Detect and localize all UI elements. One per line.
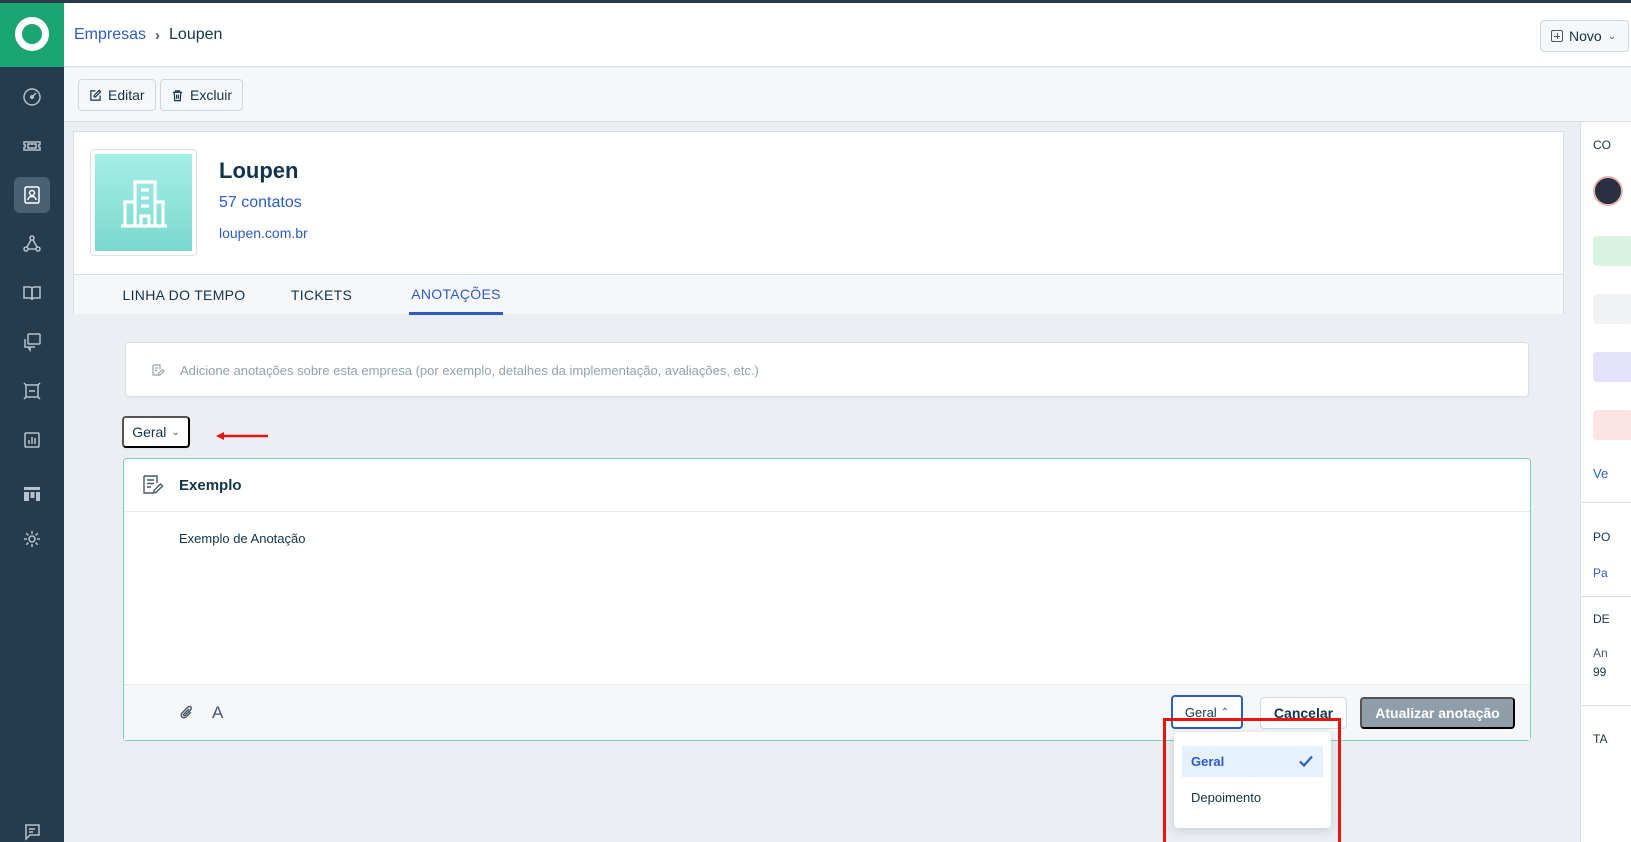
delete-button[interactable]: Excluir (160, 79, 244, 111)
text-format-icon[interactable]: A (212, 703, 223, 723)
panel-detail-label: An (1593, 646, 1608, 660)
breadcrumb-separator-icon: › (155, 26, 161, 44)
book-icon (23, 286, 41, 301)
sidebar-item-forums[interactable] (14, 324, 50, 360)
app-logo[interactable] (0, 0, 64, 67)
box-icon (23, 382, 41, 400)
panel-divider (1581, 705, 1631, 706)
sidebar-item-admin[interactable] (14, 521, 50, 557)
panel-heading-contacts: CO (1593, 138, 1611, 152)
breadcrumb-current: Loupen (169, 26, 223, 43)
sidebar-item-knowledge-base[interactable] (14, 275, 50, 311)
note-body-editor[interactable]: Exemplo de Anotação (179, 531, 305, 546)
note-title[interactable]: Exemplo (179, 477, 242, 494)
panel-heading-tags: TA (1593, 732, 1608, 746)
sidebar-item-apps[interactable] (14, 476, 50, 512)
company-website-link[interactable]: loupen.com.br (219, 225, 308, 241)
note-card: Exemplo Exemplo de Anotação A Geral ⌃ Ca… (123, 458, 1531, 741)
logo-ring-icon (15, 16, 49, 51)
building-icon (120, 179, 167, 228)
action-toolbar: Editar Excluir (64, 68, 1631, 122)
breadcrumb: Empresas › Loupen (74, 26, 222, 44)
panel-view-all-link[interactable]: Ve (1593, 466, 1608, 481)
trash-icon (172, 89, 183, 101)
company-contacts-link[interactable]: 57 contatos (219, 194, 302, 212)
company-name: Loupen (219, 158, 299, 183)
sidebar-item-tickets[interactable] (14, 128, 50, 164)
note-icon (143, 475, 164, 494)
panel-divider (1581, 596, 1631, 597)
red-arrow-annotation-icon (216, 432, 268, 440)
sidebar-item-social[interactable] (14, 226, 50, 262)
panel-heading-portal: PO (1593, 530, 1611, 544)
note-header: Exemplo (124, 459, 1530, 512)
ticket-icon (23, 141, 41, 151)
panel-heading-details: DE (1593, 612, 1610, 626)
company-avatar (90, 149, 197, 256)
update-note-button[interactable]: Atualizar anotação (1360, 697, 1515, 729)
red-highlight-annotation (1163, 718, 1341, 842)
edit-icon (90, 89, 102, 101)
panel-portal-link[interactable]: Pa (1593, 566, 1608, 580)
plus-square-icon (1551, 30, 1563, 42)
network-icon (23, 235, 41, 252)
message-icon (25, 824, 40, 841)
panel-detail-value: 99 (1593, 665, 1607, 679)
gauge-icon (23, 88, 41, 106)
status-chip-purple (1593, 352, 1631, 382)
sidebar-item-chat[interactable] (14, 814, 50, 842)
add-note-input[interactable]: Adicione anotações sobre esta empresa (p… (125, 342, 1529, 397)
avatar-background (95, 154, 192, 251)
note-edit-icon (152, 364, 165, 376)
top-header: Empresas › Loupen Novo ⌄ (64, 3, 1631, 67)
breadcrumb-parent-link[interactable]: Empresas (74, 26, 146, 44)
paperclip-icon[interactable] (179, 705, 195, 721)
sidebar-item-dashboard[interactable] (14, 79, 50, 115)
sidebar-item-reports[interactable] (14, 422, 50, 458)
status-chip-gray (1593, 294, 1631, 324)
status-chip-red (1593, 410, 1631, 440)
note-type-filter[interactable]: Geral ⌄ (122, 416, 190, 448)
edit-button-label: Editar (108, 87, 145, 103)
tab-tickets[interactable]: TICKETS (279, 275, 364, 315)
new-button-label: Novo (1569, 28, 1602, 44)
right-side-panel: CO Ve PO Pa DE An 99 TA (1580, 122, 1631, 842)
contact-card-icon (24, 186, 40, 204)
chevron-up-icon: ⌃ (1220, 706, 1230, 718)
panel-divider (1581, 502, 1631, 503)
gear-icon (24, 531, 40, 547)
sidebar-item-contacts[interactable] (14, 177, 50, 213)
window-top-border (0, 0, 1631, 3)
chevron-down-icon: ⌄ (171, 426, 180, 438)
tab-notes[interactable]: ANOTAÇÕES (409, 275, 503, 315)
tab-timeline[interactable]: LINHA DO TEMPO (104, 275, 264, 315)
company-card: Loupen 57 contatos loupen.com.br LINHA D… (73, 131, 1564, 315)
chat-icon (24, 333, 41, 352)
tab-bar: LINHA DO TEMPO TICKETS ANOTAÇÕES (74, 274, 1563, 315)
bar-chart-icon (24, 432, 40, 448)
new-button[interactable]: Novo ⌄ (1540, 20, 1629, 52)
delete-button-label: Excluir (190, 87, 233, 103)
note-type-filter-label: Geral (132, 424, 167, 440)
contact-avatar[interactable] (1593, 176, 1623, 206)
edit-button[interactable]: Editar (78, 79, 156, 111)
sidebar (0, 0, 64, 842)
sidebar-item-assets[interactable] (14, 373, 50, 409)
chevron-down-icon: ⌄ (1607, 30, 1617, 42)
grid-layout-icon (24, 487, 40, 501)
status-chip-green (1593, 236, 1631, 266)
add-note-placeholder: Adicione anotações sobre esta empresa (p… (180, 363, 759, 378)
